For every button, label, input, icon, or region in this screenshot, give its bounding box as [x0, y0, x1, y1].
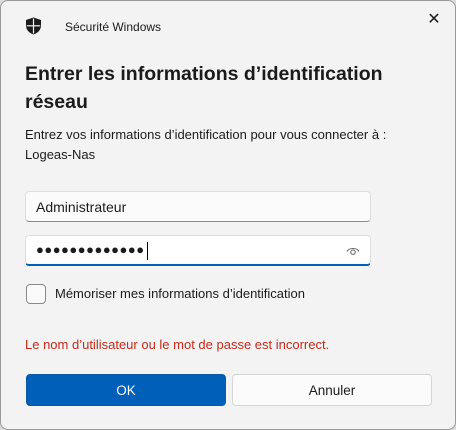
title-bar: Sécurité Windows ✕ — [1, 1, 455, 51]
eye-icon[interactable] — [346, 244, 360, 258]
window-title: Sécurité Windows — [65, 20, 162, 34]
password-masked-value: ●●●●●●●●●●●●● — [36, 242, 145, 257]
remember-label[interactable]: Mémoriser mes informations d’identificat… — [55, 286, 305, 302]
text-caret — [147, 242, 148, 260]
shield-icon — [26, 17, 41, 35]
close-icon: ✕ — [427, 11, 441, 28]
server-name: Logeas-Nas — [25, 147, 96, 162]
username-value: Administrateur — [36, 199, 127, 215]
username-field[interactable]: Administrateur — [25, 191, 371, 222]
cancel-button[interactable]: Annuler — [232, 374, 432, 406]
heading-line-2: réseau — [25, 91, 88, 113]
password-field[interactable]: ●●●●●●●●●●●●● — [25, 235, 371, 266]
close-button[interactable]: ✕ — [415, 5, 453, 33]
dialog-heading: Entrer les informations d’identification… — [25, 60, 425, 116]
remember-checkbox[interactable] — [26, 284, 46, 304]
error-message: Le nom d’utilisateur ou le mot de passe … — [25, 337, 330, 352]
dialog-description: Entrez vos informations d’identification… — [25, 125, 435, 165]
description-text: Entrez vos informations d’identification… — [25, 127, 387, 142]
heading-line-1: Entrer les informations d’identification — [25, 63, 383, 85]
security-dialog: Sécurité Windows ✕ Entrer les informatio… — [0, 0, 456, 430]
ok-button[interactable]: OK — [26, 374, 226, 406]
